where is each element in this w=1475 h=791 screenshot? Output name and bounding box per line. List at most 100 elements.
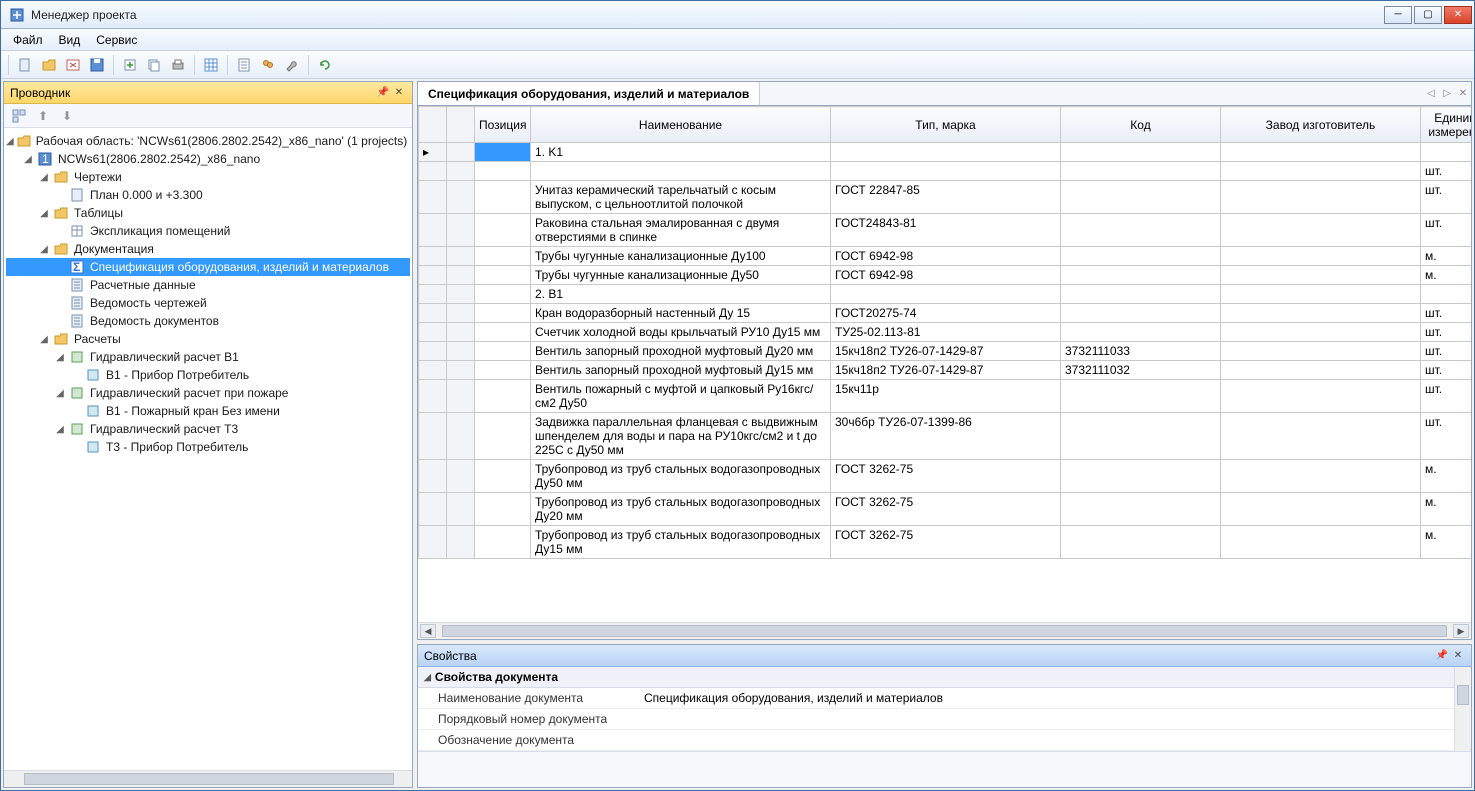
table-row[interactable]: Задвижка параллельная фланцевая с выдвиж… — [419, 413, 1472, 460]
cell-unit[interactable]: шт. — [1421, 323, 1472, 342]
grid-hscrollbar[interactable]: ◀ ▶ — [418, 622, 1471, 639]
cell-position[interactable] — [475, 380, 531, 413]
cell-code[interactable] — [1061, 380, 1221, 413]
cell-position[interactable] — [475, 214, 531, 247]
tree-spec[interactable]: ΣСпецификация оборудования, изделий и ма… — [6, 258, 410, 276]
table-row[interactable]: шт.1 — [419, 162, 1472, 181]
cell-name[interactable]: Трубопровод из труб стальных водогазопро… — [531, 493, 831, 526]
expand-icon[interactable]: ◢ — [54, 424, 66, 435]
tree-view-icon[interactable] — [8, 105, 30, 127]
scroll-left-icon[interactable]: ◀ — [420, 624, 436, 638]
cell-type[interactable]: ГОСТ 6942-98 — [831, 266, 1061, 285]
cell-type[interactable]: ТУ25-02.113-81 — [831, 323, 1061, 342]
explorer-hscrollbar[interactable] — [4, 770, 412, 787]
tree-rooms[interactable]: Экспликация помещений — [6, 222, 410, 240]
cell-code[interactable] — [1061, 526, 1221, 559]
cell-unit[interactable]: шт. — [1421, 342, 1472, 361]
cell-name[interactable]: 1. K1 — [531, 143, 831, 162]
table-row[interactable]: Трубопровод из труб стальных водогазопро… — [419, 460, 1472, 493]
tab-prev-icon[interactable]: ◁ — [1423, 82, 1439, 105]
cell-type[interactable] — [831, 285, 1061, 304]
expand-icon[interactable]: ◢ — [6, 136, 14, 147]
cell-manufacturer[interactable] — [1221, 526, 1421, 559]
cell-type[interactable]: 30ч6бр ТУ26-07-1399-86 — [831, 413, 1061, 460]
expand-icon[interactable]: ◢ — [38, 334, 50, 345]
cell-code[interactable] — [1061, 413, 1221, 460]
tab-next-icon[interactable]: ▷ — [1439, 82, 1455, 105]
cell-unit[interactable]: шт. — [1421, 214, 1472, 247]
tree-drawings[interactable]: ◢Чертежи — [6, 168, 410, 186]
cell-code[interactable] — [1061, 460, 1221, 493]
table-row[interactable]: Вентиль запорный проходной муфтовый Ду15… — [419, 361, 1472, 380]
menu-view[interactable]: Вид — [51, 31, 89, 49]
tree-hydro-t3[interactable]: ◢Гидравлический расчет T3 — [6, 420, 410, 438]
cell-manufacturer[interactable] — [1221, 285, 1421, 304]
expand-icon[interactable]: ◢ — [38, 244, 50, 255]
cell-unit[interactable]: шт. — [1421, 304, 1472, 323]
cell-name[interactable]: Вентиль пожарный с муфтой и цапковый Ру1… — [531, 380, 831, 413]
col-code[interactable]: Код — [1061, 107, 1221, 143]
cell-code[interactable] — [1061, 247, 1221, 266]
cell-unit[interactable]: м. — [1421, 493, 1472, 526]
cell-code[interactable] — [1061, 323, 1221, 342]
tree-hydro-fire[interactable]: ◢Гидравлический расчет при пожаре — [6, 384, 410, 402]
pin-icon[interactable]: 📌 — [1435, 649, 1449, 663]
cell-name[interactable]: Трубы чугунные канализационные Ду50 — [531, 266, 831, 285]
tree-hydro-b1[interactable]: ◢Гидравлический расчет B1 — [6, 348, 410, 366]
cell-code[interactable] — [1061, 181, 1221, 214]
tb-users-icon[interactable] — [257, 54, 279, 76]
tree-doclist[interactable]: Ведомость документов — [6, 312, 410, 330]
cell-position[interactable] — [475, 493, 531, 526]
menu-service[interactable]: Сервис — [88, 31, 145, 49]
table-row[interactable]: Трубопровод из труб стальных водогазопро… — [419, 526, 1472, 559]
cell-code[interactable] — [1061, 493, 1221, 526]
tb-refresh-icon[interactable] — [314, 54, 336, 76]
cell-code[interactable] — [1061, 214, 1221, 247]
table-row[interactable]: 2. B1 — [419, 285, 1472, 304]
cell-unit[interactable]: м. — [1421, 526, 1472, 559]
cell-manufacturer[interactable] — [1221, 460, 1421, 493]
tab-close-icon[interactable]: ✕ — [1455, 82, 1471, 105]
tb-copy-icon[interactable] — [143, 54, 165, 76]
cell-type[interactable]: ГОСТ 3262-75 — [831, 493, 1061, 526]
cell-position[interactable] — [475, 460, 531, 493]
tb-wrench-icon[interactable] — [281, 54, 303, 76]
maximize-button[interactable]: ▢ — [1414, 6, 1442, 24]
table-row[interactable]: ▸1. K1 — [419, 143, 1472, 162]
tree-b1-consumer[interactable]: B1 - Прибор Потребитель — [6, 366, 410, 384]
col-type[interactable]: Тип, марка — [831, 107, 1061, 143]
cell-manufacturer[interactable] — [1221, 181, 1421, 214]
cell-code[interactable] — [1061, 304, 1221, 323]
cell-position[interactable] — [475, 285, 531, 304]
properties-group[interactable]: ◢ Свойства документа — [418, 667, 1454, 688]
tree-down-icon[interactable]: ⬇ — [56, 105, 78, 127]
cell-manufacturer[interactable] — [1221, 214, 1421, 247]
table-row[interactable]: Раковина стальная эмалированная с двумя … — [419, 214, 1472, 247]
expand-icon[interactable]: ◢ — [54, 352, 66, 363]
expand-icon[interactable]: ◢ — [54, 388, 66, 399]
cell-position[interactable] — [475, 143, 531, 162]
cell-name[interactable] — [531, 162, 831, 181]
table-row[interactable]: Трубы чугунные канализационные Ду50ГОСТ … — [419, 266, 1472, 285]
cell-name[interactable]: Унитаз керамический тарельчатый с косым … — [531, 181, 831, 214]
cell-code[interactable]: 3732111032 — [1061, 361, 1221, 380]
cell-type[interactable]: ГОСТ20275-74 — [831, 304, 1061, 323]
tb-new-icon[interactable] — [14, 54, 36, 76]
cell-position[interactable] — [475, 323, 531, 342]
prop-row-designation[interactable]: Обозначение документа — [418, 730, 1454, 751]
cell-unit[interactable]: м. — [1421, 266, 1472, 285]
table-row[interactable]: Трубопровод из труб стальных водогазопро… — [419, 493, 1472, 526]
cell-name[interactable]: 2. B1 — [531, 285, 831, 304]
grid-scroll[interactable]: Позиция Наименование Тип, марка Код Заво… — [418, 106, 1471, 622]
cell-type[interactable] — [831, 143, 1061, 162]
prop-value[interactable]: Спецификация оборудования, изделий и мат… — [638, 688, 1454, 708]
tb-close-icon[interactable] — [62, 54, 84, 76]
cell-name[interactable]: Трубы чугунные канализационные Ду100 — [531, 247, 831, 266]
col-unit[interactable]: Единица измерения — [1421, 107, 1472, 143]
minimize-button[interactable]: ─ — [1384, 6, 1412, 24]
cell-unit[interactable] — [1421, 285, 1472, 304]
cell-name[interactable]: Вентиль запорный проходной муфтовый Ду20… — [531, 342, 831, 361]
tb-grid-icon[interactable] — [200, 54, 222, 76]
expand-icon[interactable]: ◢ — [38, 208, 50, 219]
collapse-icon[interactable]: ◢ — [424, 672, 431, 683]
